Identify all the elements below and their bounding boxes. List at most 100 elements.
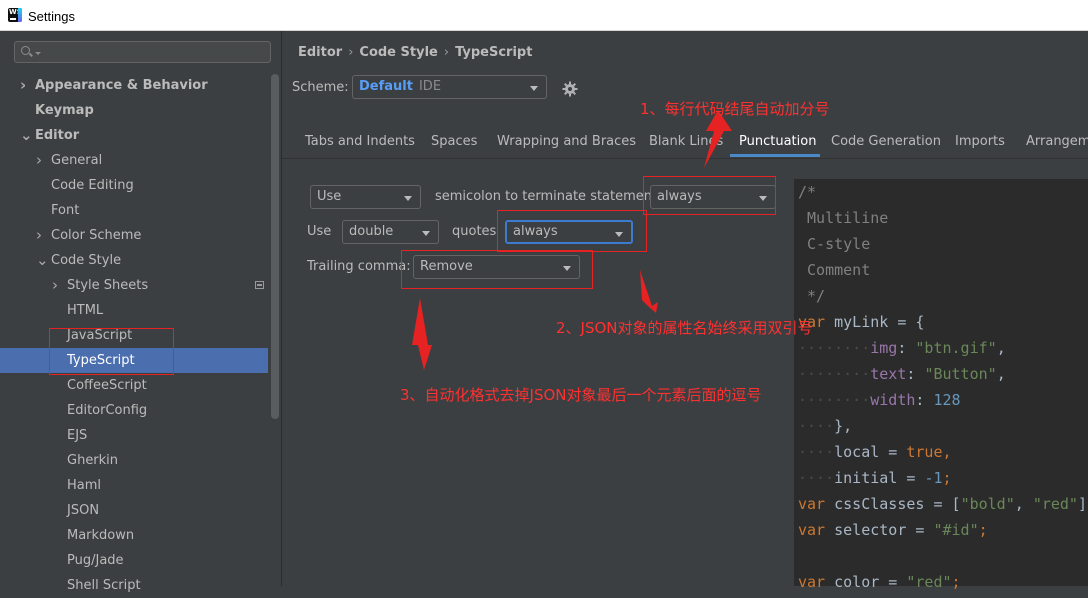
code-line: ········img: "btn.gif", xyxy=(798,339,1006,357)
tab-code-generation[interactable]: Code Generation xyxy=(831,134,941,149)
code-line: ····}, xyxy=(798,417,853,435)
chevron-down-icon xyxy=(422,231,430,236)
chevron-right-icon[interactable]: › xyxy=(52,273,58,298)
semicolon-mode-value: Use xyxy=(317,189,342,204)
sidebar-item-coffeescript[interactable]: CoffeeScript xyxy=(0,373,268,398)
tab-blank-lines[interactable]: Blank Lines xyxy=(649,134,723,149)
sidebar-item-label: Font xyxy=(51,203,80,218)
sidebar-item-label: EJS xyxy=(67,428,88,443)
sidebar-item-code-style[interactable]: ⌄ Code Style xyxy=(0,248,268,273)
sidebar-item-editorconfig[interactable]: EditorConfig xyxy=(0,398,268,423)
annotation-1: 1、每行代码结尾自动加分号 xyxy=(640,100,830,118)
tab-wrapping-and-braces[interactable]: Wrapping and Braces xyxy=(497,134,636,149)
annotation-box-quotes xyxy=(497,210,647,252)
use-label: Use xyxy=(307,224,332,239)
sidebar-scrollbar[interactable] xyxy=(271,74,279,419)
chevron-down-icon[interactable]: ⌄ xyxy=(36,248,49,273)
sidebar-item-label: Code Style xyxy=(51,253,122,268)
scheme-select[interactable]: Default IDE xyxy=(352,75,547,99)
tab-spaces[interactable]: Spaces xyxy=(431,134,477,149)
sidebar-item-editor[interactable]: ⌄ Editor xyxy=(0,123,268,148)
semicolon-description: semicolon to terminate statements xyxy=(435,189,664,204)
semicolon-description-text: semicolon to terminate statements xyxy=(435,189,664,204)
breadcrumb-item-typescript: TypeScript xyxy=(455,45,533,60)
code-line: ····initial = -1; xyxy=(798,469,952,487)
webstorm-app-icon: WS xyxy=(8,8,22,22)
annotation-3: 3、自动化格式去掉JSON对象最后一个元素后面的逗号 xyxy=(400,386,762,404)
breadcrumb-item-editor[interactable]: Editor xyxy=(298,45,342,60)
sidebar-item-label: Code Editing xyxy=(51,178,134,193)
chevron-right-icon[interactable]: › xyxy=(36,223,42,248)
sidebar-item-label: JSON xyxy=(67,503,100,518)
sidebar-item-label: Markdown xyxy=(67,528,135,543)
code-line: C-style xyxy=(798,235,871,253)
gear-icon[interactable] xyxy=(562,81,578,97)
code-line: ····local = true, xyxy=(798,443,952,461)
tab-imports[interactable]: Imports xyxy=(955,134,1005,149)
sidebar-item-color-scheme[interactable]: › Color Scheme xyxy=(0,223,268,248)
sidebar-item-html[interactable]: HTML xyxy=(0,298,268,323)
annotation-box-trailing-comma xyxy=(401,250,593,289)
search-history-dropdown-icon[interactable] xyxy=(35,52,41,55)
chevron-right-icon[interactable]: › xyxy=(20,73,26,98)
sidebar-item-appearance-behavior[interactable]: › Appearance & Behavior xyxy=(0,73,268,98)
sidebar-item-ejs[interactable]: EJS xyxy=(0,423,268,448)
chevron-down-icon xyxy=(530,86,538,91)
sidebar-item-general[interactable]: › General xyxy=(0,148,268,173)
sidebar-item-label: Appearance & Behavior xyxy=(35,78,208,93)
sidebar-item-label: Color Scheme xyxy=(51,228,142,243)
active-tab-indicator xyxy=(730,154,820,157)
code-line: var myLink = { xyxy=(798,313,925,331)
code-line: var selector = "#id"; xyxy=(798,521,988,539)
code-line: var cssClasses = ["bold", "red"] xyxy=(798,495,1087,513)
code-line: /* xyxy=(798,183,817,201)
sidebar-item-label: Gherkin xyxy=(67,453,119,468)
sidebar-item-pug-jade[interactable]: Pug/Jade xyxy=(0,548,268,573)
quote-type-select[interactable]: double xyxy=(342,220,439,244)
quote-type-value: double xyxy=(349,224,394,239)
sidebar-item-keymap[interactable]: Keymap xyxy=(0,98,268,123)
annotation-box-typescript xyxy=(49,328,174,375)
sidebar-item-label: Editor xyxy=(35,128,80,143)
sidebar-item-label: Pug/Jade xyxy=(67,553,124,568)
scheme-label: Scheme: xyxy=(292,80,349,95)
settings-search-input[interactable] xyxy=(14,41,271,63)
code-line: var color = "red"; xyxy=(798,573,961,591)
annotation-box-semicolon xyxy=(643,176,776,215)
breadcrumb-separator-icon: › xyxy=(443,45,450,60)
tab-tabs-and-indents[interactable]: Tabs and Indents xyxy=(305,134,415,149)
window-title: Settings xyxy=(28,9,75,24)
quotes-label: quotes xyxy=(452,224,497,239)
semicolon-mode-select[interactable]: Use xyxy=(310,185,421,209)
breadcrumb-item-code-style[interactable]: Code Style xyxy=(359,45,437,60)
chevron-down-icon[interactable]: ⌄ xyxy=(20,123,33,148)
scheme-value: Default xyxy=(359,79,413,94)
sidebar-item-label: HTML xyxy=(67,303,104,318)
scheme-tag: IDE xyxy=(418,79,442,94)
project-scheme-icon xyxy=(255,281,264,289)
code-preview: /* Multiline C-style Comment */ var myLi… xyxy=(794,179,1088,591)
sidebar-item-font[interactable]: Font xyxy=(0,198,268,223)
sidebar-item-label: EditorConfig xyxy=(67,403,148,418)
sidebar-item-label: Style Sheets xyxy=(67,278,149,293)
sidebar-item-label: Haml xyxy=(67,478,102,493)
sidebar-item-code-editing[interactable]: Code Editing xyxy=(0,173,268,198)
code-line: ········text: "Button", xyxy=(798,365,1006,383)
sidebar-item-markdown[interactable]: Markdown xyxy=(0,523,268,548)
code-style-tabs: Tabs and Indents Spaces Wrapping and Bra… xyxy=(282,126,1088,159)
sidebar-item-haml[interactable]: Haml xyxy=(0,473,268,498)
settings-sidebar: › Appearance & Behavior Keymap ⌄ Editor › Gene… xyxy=(0,31,281,593)
sidebar-item-label: Keymap xyxy=(35,103,94,118)
chevron-right-icon[interactable]: › xyxy=(36,148,42,173)
tab-punctuation[interactable]: Punctuation xyxy=(739,134,816,149)
sidebar-item-style-sheets[interactable]: › Style Sheets xyxy=(0,273,268,298)
code-line: ········width: 128 xyxy=(798,391,961,409)
trailing-comma-label: Trailing comma: xyxy=(307,259,411,274)
sidebar-item-json[interactable]: JSON xyxy=(0,498,268,523)
tab-arrangement[interactable]: Arrangement xyxy=(1026,134,1088,149)
sidebar-item-gherkin[interactable]: Gherkin xyxy=(0,448,268,473)
breadcrumb: Editor › Code Style › TypeScript xyxy=(298,45,532,60)
window-titlebar: WS Settings xyxy=(0,0,1088,31)
search-icon xyxy=(21,46,30,55)
breadcrumb-separator-icon: › xyxy=(348,45,354,60)
